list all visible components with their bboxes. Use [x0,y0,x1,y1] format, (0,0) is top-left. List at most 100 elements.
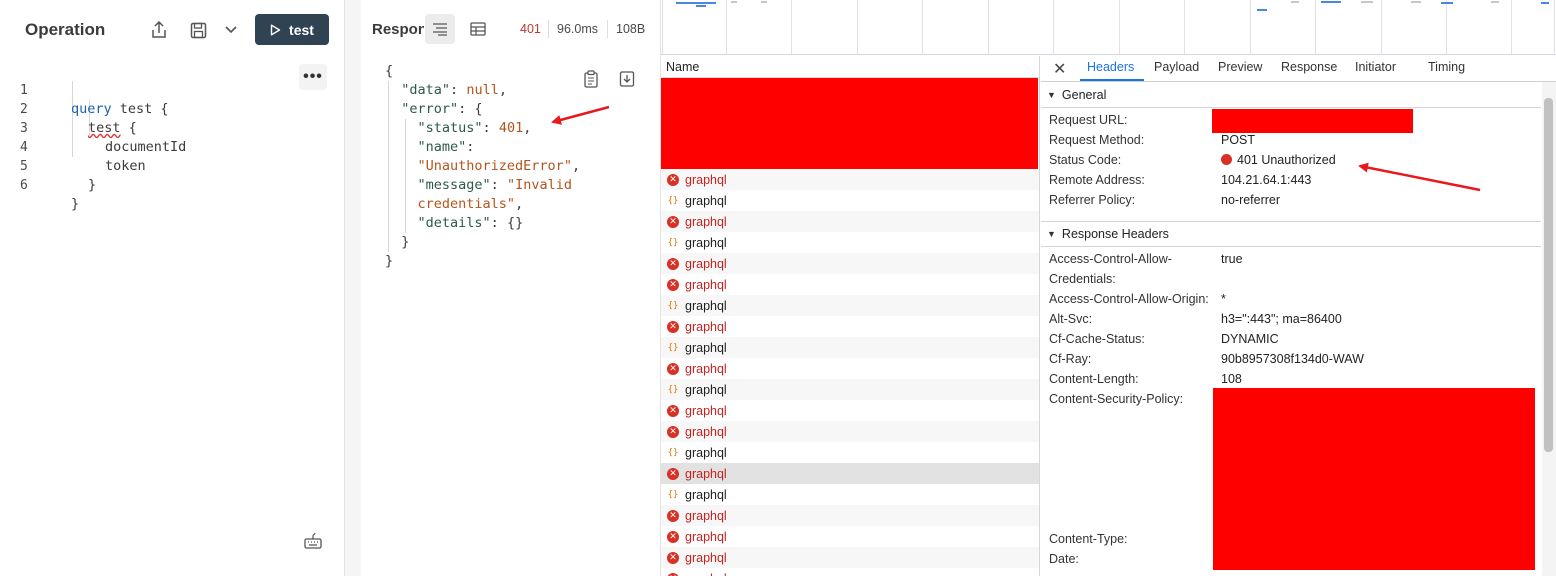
request-row[interactable]: ✕ graphql [661,421,1039,442]
request-row[interactable]: ✕ graphql [661,316,1039,337]
json-brace-icon: {} [667,237,679,248]
request-row[interactable]: ✕ graphql [661,358,1039,379]
error-icon: ✕ [667,362,679,375]
error-icon: ✕ [667,320,679,333]
request-row[interactable]: ✕ graphql [661,274,1039,295]
request-row[interactable]: {} graphql [661,190,1039,211]
status-error-icon [1221,154,1232,165]
error-icon: ✕ [667,173,679,186]
json-line: "error": { [401,101,483,117]
json-key: "data" [401,82,451,98]
timeline-bar [1411,1,1421,3]
name-column-header[interactable]: Name [661,56,1039,78]
code-line: 6 } [0,157,345,212]
json-value: {} [506,215,524,231]
status-code-label: Status Code: [1049,153,1122,167]
request-row[interactable]: ✕ graphql [661,568,1039,576]
json-line: credentials", [417,196,524,212]
date-label: Date: [1049,552,1079,566]
align-left-icon [433,23,447,36]
timeline-bar [696,5,706,7]
request-row[interactable]: {} graphql [661,337,1039,358]
request-row[interactable]: ✕ graphql [661,253,1039,274]
table-icon [470,22,486,36]
keyboard-shortcuts-icon[interactable] [303,532,323,550]
json-line: { [385,62,580,81]
remote-address-value: 104.21.64.1:443 [1221,173,1312,187]
timeline-bar [1361,1,1373,3]
request-row[interactable]: ✕ graphql [661,505,1039,526]
json-value: credentials" [417,196,516,212]
json-brace-icon: {} [667,195,679,206]
request-row[interactable]: ✕ graphql [661,400,1039,421]
response-size: 108B [616,22,646,36]
response-pane: Respon 401 96.0ms 108B { "data": null, "… [361,0,661,576]
divider [548,20,549,38]
request-row[interactable]: ✕ graphql [661,463,1039,484]
table-view-button[interactable] [467,18,489,40]
json-key: "message" [417,177,491,193]
copy-icon[interactable] [583,70,601,88]
json-line: "data": null, [401,82,507,98]
download-icon[interactable] [619,70,637,88]
timeline-bar [761,1,767,3]
tab-payload[interactable]: Payload [1154,60,1199,74]
cf-ray-label: Cf-Ray: [1049,352,1092,366]
run-test-button[interactable]: test [255,14,329,45]
error-icon: ✕ [667,425,679,438]
redacted-block [661,78,1038,169]
save-icon[interactable] [186,18,210,42]
request-name: graphql [685,508,727,523]
response-headers-section-header[interactable]: ▼ Response Headers [1041,222,1541,246]
details-scrollbar-thumb[interactable] [1544,98,1553,452]
json-brace-icon: {} [667,447,679,458]
general-section-header[interactable]: ▼ General [1041,83,1541,107]
request-row[interactable]: ✕ graphql [661,526,1039,547]
close-icon[interactable]: ✕ [1053,59,1066,79]
query-editor[interactable]: 1 query test { 2 test { 3 documentId 4 t… [0,62,345,212]
csp-label: Content-Security-Policy: [1049,392,1184,406]
request-row[interactable]: {} graphql [661,379,1039,400]
request-name: graphql [685,298,727,313]
tab-headers[interactable]: Headers [1087,60,1134,74]
json-key: "status" [417,120,483,136]
text-view-button[interactable] [425,14,455,44]
json-value: null [466,82,499,98]
error-icon: ✕ [667,572,679,576]
request-name: graphql [685,340,727,355]
timeline-gridline [857,0,858,54]
code-line: 5 } [0,138,345,193]
referrer-policy-label: Referrer Policy: [1049,193,1136,207]
json-brace-icon: {} [667,300,679,311]
operation-title: Operation [25,20,106,39]
redacted-request-url [1212,109,1413,133]
error-icon: ✕ [667,215,679,228]
more-options-button[interactable]: ••• [299,64,327,90]
json-key: "error" [401,101,459,117]
share-icon[interactable] [147,18,171,42]
chevron-down-icon[interactable] [219,18,243,42]
tab-response[interactable]: Response [1281,60,1337,74]
error-icon: ✕ [667,257,679,270]
active-tab-indicator [1080,79,1144,81]
json-line: "status": 401, [417,120,532,136]
timeline-gridline [1511,0,1512,54]
tab-preview[interactable]: Preview [1218,60,1262,74]
json-key: "details" [417,215,491,231]
tab-initiator[interactable]: Initiator [1355,60,1396,74]
request-row[interactable]: ✕ graphql [661,547,1039,568]
json-value: "UnauthorizedError" [417,158,572,174]
request-row[interactable]: ✕ graphql [661,211,1039,232]
request-row[interactable]: ✕ graphql [661,169,1039,190]
request-row[interactable]: {} graphql [661,442,1039,463]
network-request-list: Name ✕ graphql{} graphql ✕ graphql{} graphql ✕… [661,56,1040,576]
network-overview[interactable] [661,0,1556,55]
remote-address-label: Remote Address: [1049,173,1145,187]
json-brace: } [385,253,394,269]
tab-timing[interactable]: Timing [1428,60,1465,74]
acao-label: Access-Control-Allow-Origin: [1049,292,1209,306]
request-row[interactable]: {} graphql [661,232,1039,253]
request-row[interactable]: {} graphql [661,295,1039,316]
timeline-bar [1541,2,1549,4]
request-row[interactable]: {} graphql [661,484,1039,505]
